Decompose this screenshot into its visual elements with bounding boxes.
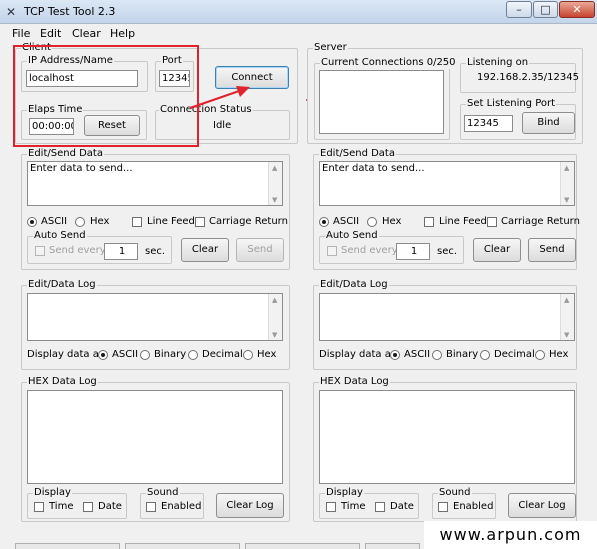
connections-list[interactable] (319, 70, 444, 134)
server-log-ascii-radio[interactable] (390, 350, 400, 360)
status-tab (245, 543, 360, 549)
server-log-hex-radio[interactable] (535, 350, 545, 360)
listening-port-input[interactable]: 12345 (464, 115, 513, 132)
server-log-binary-label: Binary (446, 349, 479, 360)
server-date-checkbox[interactable] (375, 502, 385, 512)
watermark: www.arpun.com (424, 521, 597, 549)
server-send-placeholder: Enter data to send... (322, 163, 425, 174)
server-hex-label: Hex (382, 216, 402, 227)
bind-button[interactable]: Bind (522, 112, 575, 134)
server-send-label: Edit/Send Data (319, 148, 396, 160)
server-log-scrollbar[interactable]: ▲ ▼ (560, 294, 574, 340)
scroll-down-icon[interactable]: ▼ (564, 331, 569, 339)
server-log-hex-label: Hex (549, 349, 569, 360)
server-send-input[interactable]: Enter data to send... ▲ ▼ (319, 161, 575, 206)
server-clear-log-button[interactable]: Clear Log (508, 493, 576, 518)
status-tab (365, 543, 420, 549)
listening-value: 192.168.2.35/12345 (477, 72, 579, 83)
status-tab (125, 543, 240, 549)
set-listening-port-label: Set Listening Port (466, 98, 557, 110)
server-line-feed-label: Line Feed (439, 216, 487, 227)
server-time-checkbox[interactable] (326, 502, 336, 512)
server-interval-input[interactable]: 1 (396, 243, 430, 260)
server-hex-log-label: HEX Data Log (319, 376, 390, 388)
listening-label: Listening on (466, 57, 530, 69)
server-log-ascii-label: ASCII (404, 349, 431, 360)
server-log-area[interactable]: ▲ ▼ (319, 293, 575, 341)
server-sound-enabled-label: Enabled (453, 501, 494, 512)
server-hex-log-area[interactable] (319, 390, 575, 484)
server-sound-label: Sound (438, 487, 472, 499)
scroll-up-icon[interactable]: ▲ (564, 296, 569, 304)
server-sound-enabled-checkbox[interactable] (438, 502, 448, 512)
server-ascii-radio[interactable] (319, 217, 329, 227)
server-send-every-checkbox[interactable] (327, 246, 337, 256)
server-clear-button[interactable]: Clear (473, 238, 521, 262)
server-carriage-return-label: Carriage Return (501, 216, 580, 227)
server-log-binary-radio[interactable] (432, 350, 442, 360)
server-auto-send-label: Auto Send (325, 230, 379, 242)
server-time-label: Time (341, 501, 366, 512)
server-display-label: Display (325, 487, 364, 499)
server-sec-label: sec. (437, 246, 458, 257)
server-send-scrollbar[interactable]: ▲ ▼ (560, 162, 574, 205)
server-send-every-label: Send every (341, 245, 398, 256)
server-send-button[interactable]: Send (528, 238, 576, 262)
server-hex-radio[interactable] (367, 217, 377, 227)
server-log-decimal-label: Decimal (494, 349, 535, 360)
server-log-label: Edit/Data Log (319, 279, 389, 291)
app-window: ✕ TCP Test Tool 2.3 – □ ✕ File Edit Clea… (0, 0, 597, 549)
scroll-down-icon[interactable]: ▼ (564, 196, 569, 204)
status-tab (15, 543, 120, 549)
server-carriage-return-checkbox[interactable] (487, 217, 497, 227)
server-ascii-label: ASCII (333, 216, 360, 227)
current-connections-label: Current Connections 0/250 (320, 57, 457, 69)
server-date-label: Date (390, 501, 414, 512)
server-display-as-label: Display data as: (319, 349, 400, 360)
scroll-up-icon[interactable]: ▲ (564, 164, 569, 172)
server-label: Server (313, 42, 348, 54)
server-log-decimal-radio[interactable] (480, 350, 490, 360)
server-line-feed-checkbox[interactable] (424, 217, 434, 227)
